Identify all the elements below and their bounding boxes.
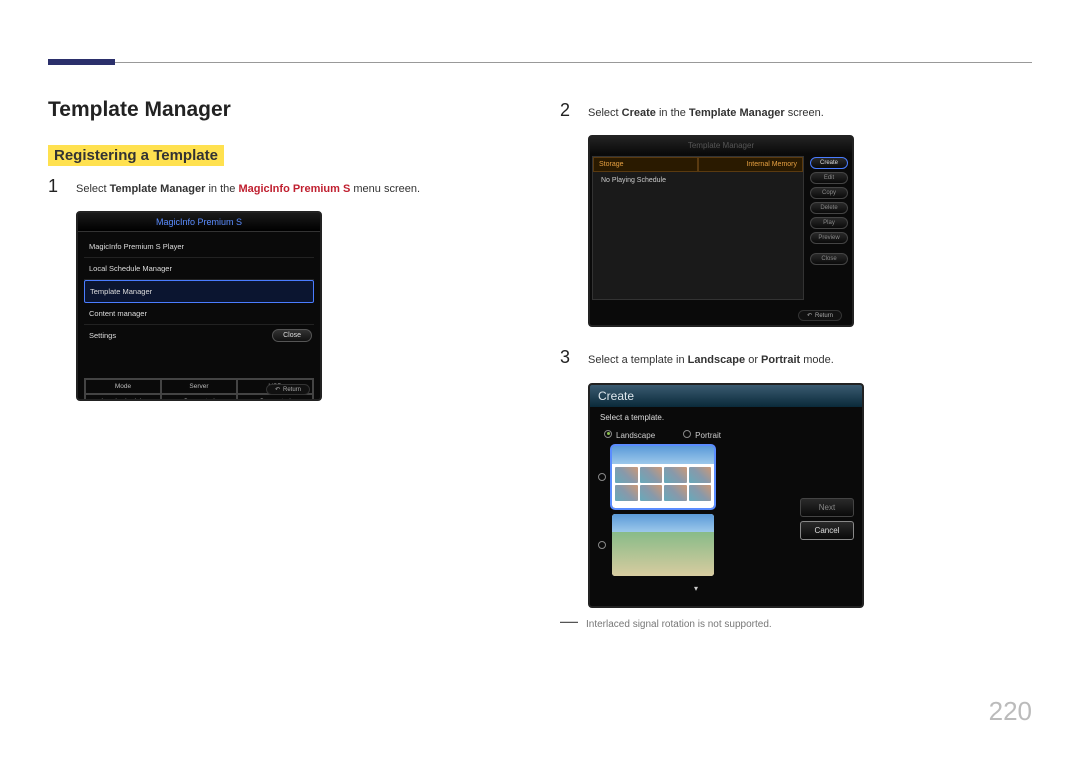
template-manager-screenshot: Template Manager Storage Internal Memory…: [588, 135, 854, 327]
text: Select a template in: [588, 354, 688, 366]
option-label: Portrait: [695, 431, 721, 440]
text: mode.: [800, 354, 834, 366]
copy-button[interactable]: Copy: [810, 187, 848, 199]
return-icon: ↶: [275, 386, 280, 393]
create-button[interactable]: Create: [810, 157, 848, 169]
cancel-button[interactable]: Cancel: [800, 521, 854, 540]
menu-item-template-manager[interactable]: Template Manager: [84, 280, 314, 303]
radio-icon: [683, 430, 691, 438]
template-thumbnail: [612, 446, 714, 508]
radio-selected-icon: [604, 430, 612, 438]
option-label: Landscape: [616, 431, 655, 440]
brand-text: MagicInfo Premium S: [238, 183, 350, 195]
create-header: Create: [590, 385, 862, 407]
page-title: Template Manager: [48, 98, 231, 122]
bold-text: Landscape: [688, 354, 745, 366]
status-header-mode: Mode: [85, 379, 161, 394]
menu-screenshot: MagicInfo Premium S MagicInfo Premium S …: [76, 211, 322, 401]
dash-icon: ―: [560, 616, 578, 627]
return-label: Return: [283, 387, 301, 393]
status-header-server: Server: [161, 379, 237, 394]
bold-text: Template Manager: [110, 183, 206, 195]
step-1: 1 Select Template Manager in the MagicIn…: [48, 176, 488, 197]
footnote: ― Interlaced signal rotation is not supp…: [560, 616, 1020, 630]
text: Select: [588, 107, 622, 119]
panel-title: Template Manager: [590, 137, 852, 154]
bold-text: Portrait: [761, 354, 800, 366]
return-label: Return: [815, 313, 833, 319]
select-template-prompt: Select a template.: [590, 407, 862, 428]
menu-item-content-manager[interactable]: Content manager: [84, 303, 314, 325]
menu-item-local-schedule[interactable]: Local Schedule Manager: [84, 258, 314, 280]
portrait-option[interactable]: Portrait: [683, 430, 721, 440]
return-button[interactable]: ↶Return: [798, 310, 842, 321]
col-storage: Storage: [593, 157, 698, 172]
step-3: 3 Select a template in Landscape or Port…: [560, 347, 1020, 368]
col-internal-memory: Internal Memory: [698, 157, 803, 172]
bold-text: Template Manager: [689, 107, 785, 119]
preview-button[interactable]: Preview: [810, 232, 848, 244]
step-text: Select Create in the Template Manager sc…: [588, 106, 824, 121]
step-2: 2 Select Create in the Template Manager …: [560, 100, 1020, 121]
scroll-down-icon[interactable]: ▾: [598, 584, 794, 593]
create-template-screenshot: Create Select a template. Landscape Port…: [588, 383, 864, 608]
text: in the: [205, 183, 238, 195]
text: menu screen.: [350, 183, 420, 195]
template-thumbnail: [612, 514, 714, 576]
text: Select: [76, 183, 110, 195]
step-number: 1: [48, 176, 64, 197]
bold-text: Create: [622, 107, 656, 119]
note-text: Interlaced signal rotation is not suppor…: [586, 619, 772, 630]
text: in the: [656, 107, 689, 119]
close-button[interactable]: Close: [810, 253, 848, 265]
no-schedule-message: No Playing Schedule: [593, 172, 803, 189]
step-text: Select Template Manager in the MagicInfo…: [76, 182, 420, 197]
return-icon: ↶: [807, 312, 812, 319]
menu-item-player[interactable]: MagicInfo Premium S Player: [84, 236, 314, 258]
return-button[interactable]: ↶Return: [266, 384, 310, 395]
page-number: 220: [989, 696, 1032, 727]
section-subheading: Registering a Template: [48, 145, 224, 166]
next-button[interactable]: Next: [800, 498, 854, 517]
status-value-server: Connected: [161, 394, 237, 401]
template-option-1[interactable]: [598, 446, 794, 508]
template-option-2[interactable]: [598, 514, 794, 576]
panel-title: MagicInfo Premium S: [78, 213, 320, 232]
text: or: [745, 354, 761, 366]
radio-icon: [598, 541, 606, 549]
step-text: Select a template in Landscape or Portra…: [588, 353, 834, 368]
storage-list: Storage Internal Memory No Playing Sched…: [592, 156, 804, 300]
status-value-usb: Connected: [237, 394, 313, 401]
step-number: 2: [560, 100, 576, 121]
text: screen.: [785, 107, 824, 119]
radio-icon: [598, 473, 606, 481]
status-value-mode: Local schedule: [85, 394, 161, 401]
step-number: 3: [560, 347, 576, 368]
close-button[interactable]: Close: [272, 329, 312, 342]
play-button[interactable]: Play: [810, 217, 848, 229]
delete-button[interactable]: Delete: [810, 202, 848, 214]
edit-button[interactable]: Edit: [810, 172, 848, 184]
landscape-option[interactable]: Landscape: [604, 430, 655, 440]
